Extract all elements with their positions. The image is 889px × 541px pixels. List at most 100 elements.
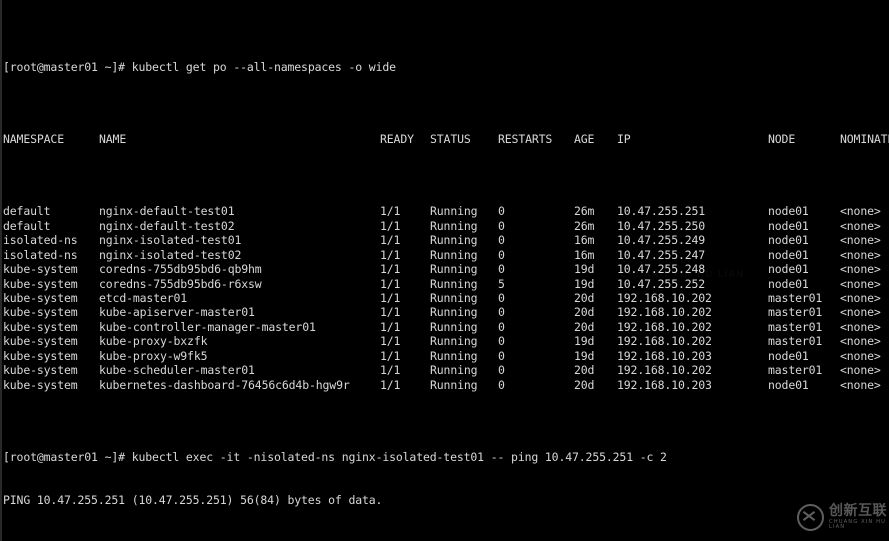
cell-ip: 192.168.10.203 xyxy=(617,348,712,363)
cell-namespace: kube-system xyxy=(3,363,78,378)
cell-restarts: 0 xyxy=(498,377,505,392)
cell-nominated-node: <none> xyxy=(840,334,881,349)
cell-age: 20d xyxy=(574,319,595,334)
cell-ready: 1/1 xyxy=(380,319,401,334)
cell-status: Running xyxy=(430,305,478,320)
cell-ready: 1/1 xyxy=(380,348,401,363)
cell-restarts: 0 xyxy=(498,334,505,349)
cell-node: node01 xyxy=(768,218,809,233)
cell-namespace: kube-system xyxy=(3,348,78,363)
cell-ip: 192.168.10.202 xyxy=(617,319,712,334)
cell-status: Running xyxy=(430,204,478,219)
prompt: [root@master01 ~]# xyxy=(3,449,125,464)
cell-nominated-node: <none> xyxy=(840,276,881,291)
cell-name: kube-proxy-w9fk5 xyxy=(99,348,208,363)
table-row: kube-system kube-proxy-w9fk5 1/1 Running 0 19… xyxy=(3,349,889,363)
cell-nominated-node: <none> xyxy=(840,262,881,277)
cell-namespace: kube-system xyxy=(3,377,78,392)
column-header-age: AGE xyxy=(574,132,595,147)
cell-namespace: kube-system xyxy=(3,319,78,334)
cell-restarts: 0 xyxy=(498,305,505,320)
cell-namespace: kube-system xyxy=(3,262,78,277)
table-row: kube-system kube-apiserver-master01 1/1 Run… xyxy=(3,305,889,319)
cell-name: coredns-755db95bd6-r6xsw xyxy=(99,276,262,291)
cell-nominated-node: <none> xyxy=(840,363,881,378)
cell-nominated-node: <none> xyxy=(840,290,881,305)
cell-namespace: kube-system xyxy=(3,290,78,305)
command-line-get-pods: [root@master01 ~]# kubectl get po --all-… xyxy=(3,60,889,74)
cell-ready: 1/1 xyxy=(380,276,401,291)
column-header-status: STATUS xyxy=(430,132,471,147)
cell-name: kube-proxy-bxzfk xyxy=(99,334,208,349)
cell-nominated-node: <none> xyxy=(840,348,881,363)
cell-age: 19d xyxy=(574,348,595,363)
cell-restarts: 5 xyxy=(498,276,505,291)
cell-node: node01 xyxy=(768,276,809,291)
cell-status: Running xyxy=(430,233,478,248)
cell-restarts: 0 xyxy=(498,262,505,277)
cell-node: node01 xyxy=(768,247,809,262)
cell-age: 19d xyxy=(574,276,595,291)
column-header-ready: READY xyxy=(380,132,414,147)
table-row: isolated-ns nginx-isolated-test01 1/1 Runni… xyxy=(3,233,889,247)
cell-node: node01 xyxy=(768,377,809,392)
column-header-name: NAME xyxy=(99,132,127,147)
table-row: kube-system coredns-755db95bd6-qb9hm 1/1 Ru… xyxy=(3,262,889,276)
table-row: kube-system kube-proxy-bxzfk 1/1 Running 0 19… xyxy=(3,334,889,348)
command-ping-251: kubectl exec -it -nisolated-ns nginx-iso… xyxy=(131,449,667,464)
table-row: isolated-ns nginx-isolated-test02 1/1 Runni… xyxy=(3,248,889,262)
terminal-screen[interactable]: [root@master01 ~]# kubectl get po --all-… xyxy=(3,2,889,541)
prompt: [root@master01 ~]# xyxy=(3,59,125,74)
cell-namespace: default xyxy=(3,218,51,233)
terminal-left-edge xyxy=(0,0,2,541)
cell-ip: 192.168.10.202 xyxy=(617,305,712,320)
cell-ready: 1/1 xyxy=(380,204,401,219)
cell-ip: 192.168.10.202 xyxy=(617,334,712,349)
cell-status: Running xyxy=(430,348,478,363)
cell-name: kube-scheduler-master01 xyxy=(99,363,255,378)
cell-ip: 192.168.10.202 xyxy=(617,363,712,378)
cell-age: 26m xyxy=(574,204,595,219)
cell-age: 19d xyxy=(574,334,595,349)
table-row: default nginx-default-test01 1/1 Running 0 26… xyxy=(3,204,889,218)
cell-ready: 1/1 xyxy=(380,262,401,277)
cell-name: coredns-755db95bd6-qb9hm xyxy=(99,262,262,277)
cell-status: Running xyxy=(430,363,478,378)
cell-ready: 1/1 xyxy=(380,363,401,378)
cell-restarts: 0 xyxy=(498,363,505,378)
cell-node: master01 xyxy=(768,290,823,305)
terminal-window[interactable]: [root@master01 ~]# kubectl get po --all-… xyxy=(0,0,889,541)
pod-table-body: default nginx-default-test01 1/1 Running 0 26… xyxy=(3,204,889,392)
cell-status: Running xyxy=(430,290,478,305)
table-row: kube-system kube-scheduler-master01 1/1 Run… xyxy=(3,363,889,377)
cell-status: Running xyxy=(430,247,478,262)
table-row: kube-system kubernetes-dashboard-76456c6d… xyxy=(3,378,889,392)
cell-status: Running xyxy=(430,218,478,233)
cell-nominated-node: <none> xyxy=(840,204,881,219)
cell-nominated-node: <none> xyxy=(840,247,881,262)
cell-nominated-node: <none> xyxy=(840,233,881,248)
cell-nominated-node: <none> xyxy=(840,218,881,233)
column-header-nominated-node: NOMINATED NODE xyxy=(840,132,889,147)
cell-ip: 10.47.255.247 xyxy=(617,247,706,262)
cell-node: node01 xyxy=(768,204,809,219)
cell-nominated-node: <none> xyxy=(840,377,881,392)
cell-ready: 1/1 xyxy=(380,305,401,320)
cell-namespace: isolated-ns xyxy=(3,233,78,248)
command-line-ping-251: [root@master01 ~]# kubectl exec -it -nis… xyxy=(3,450,889,464)
cell-restarts: 0 xyxy=(498,218,505,233)
cell-node: master01 xyxy=(768,319,823,334)
command-text xyxy=(125,60,132,74)
cell-restarts: 0 xyxy=(498,233,505,248)
cell-ip: 10.47.255.251 xyxy=(617,204,706,219)
cell-age: 16m xyxy=(574,247,595,262)
cell-name: kubernetes-dashboard-76456c6d4b-hgw9r xyxy=(99,377,350,392)
cell-ready: 1/1 xyxy=(380,233,401,248)
cell-name: nginx-isolated-test01 xyxy=(99,233,242,248)
cell-age: 20d xyxy=(574,290,595,305)
cell-status: Running xyxy=(430,262,478,277)
table-header-row: NAMESPACE NAME READY STATUS RESTARTS AGE IP NOD… xyxy=(3,132,889,146)
cell-ip: 192.168.10.203 xyxy=(617,377,712,392)
cell-namespace: kube-system xyxy=(3,305,78,320)
